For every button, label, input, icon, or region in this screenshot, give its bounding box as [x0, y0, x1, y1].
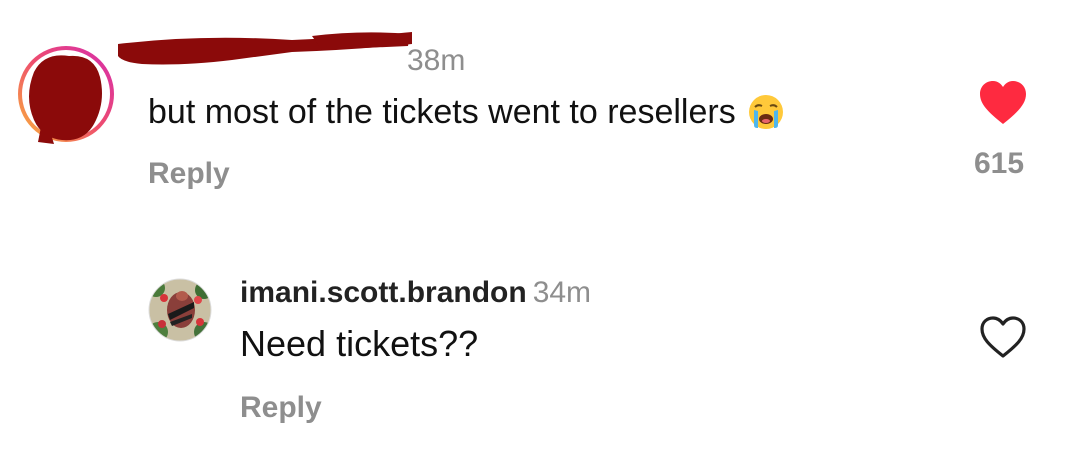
- username-link[interactable]: imani.scott.brandon: [240, 276, 527, 309]
- comment-timestamp: 34m: [532, 276, 592, 309]
- comment-header: imani.scott.brandon 34m: [240, 274, 591, 312]
- comment-timestamp: 38m: [407, 44, 466, 77]
- reply-button[interactable]: Reply: [240, 390, 322, 426]
- comment-text: Need tickets??: [240, 323, 479, 364]
- comment-thread: 38m but most of the tickets went to rese…: [0, 0, 1080, 461]
- like-count[interactable]: 615: [974, 146, 1024, 182]
- liked-heart-icon[interactable]: [978, 80, 1028, 126]
- comment-text: but most of the tickets went to reseller…: [148, 90, 786, 134]
- loudly-crying-face-icon: [748, 95, 783, 129]
- avatar[interactable]: [148, 278, 212, 342]
- comment-text-content: but most of the tickets went to reseller…: [148, 93, 736, 131]
- reply-button[interactable]: Reply: [148, 156, 230, 192]
- heart-outline-icon[interactable]: [978, 314, 1028, 360]
- avatar[interactable]: [14, 42, 118, 146]
